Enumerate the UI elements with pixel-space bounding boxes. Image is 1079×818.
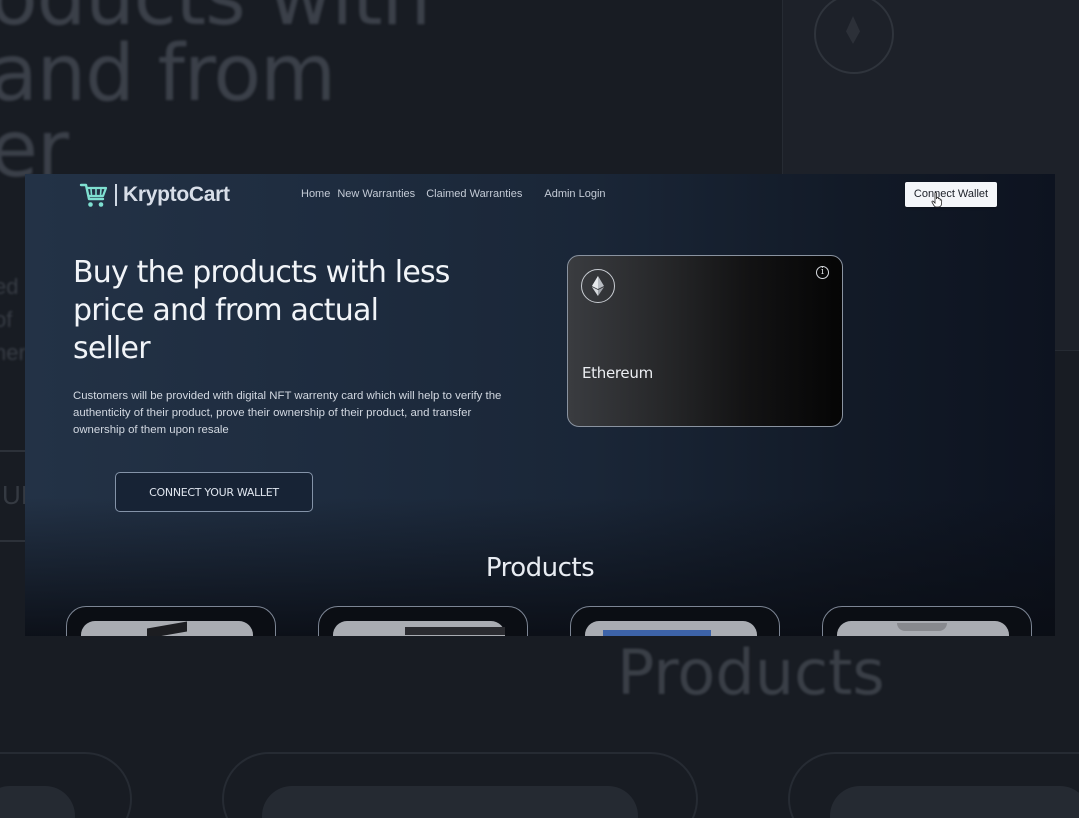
hero-title: Buy the products with less price and fro… — [73, 255, 450, 366]
nav-link-admin-login[interactable]: Admin Login — [544, 188, 605, 200]
ethereum-icon — [592, 276, 604, 296]
background-product-image — [262, 786, 638, 818]
connect-your-wallet-button[interactable]: CONNECT YOUR WALLET — [115, 472, 313, 512]
nav-link-new-warranties[interactable]: New Warranties — [337, 188, 415, 200]
product-image — [585, 621, 757, 636]
product-card[interactable] — [570, 606, 780, 636]
brand-logo[interactable]: KryptoCart — [79, 180, 230, 210]
hand-pointer-icon — [931, 192, 943, 208]
ethereum-wallet-card: i Ethereum — [567, 255, 843, 427]
product-card[interactable] — [822, 606, 1032, 636]
hero-description: Customers will be provided with digital … — [73, 390, 502, 436]
background-products-title: Products — [617, 636, 885, 709]
product-image — [333, 621, 505, 636]
info-icon[interactable]: i — [816, 266, 829, 279]
product-image — [837, 621, 1009, 636]
app-window: KryptoCart Home New Warranties Claimed W… — [25, 174, 1055, 636]
connect-wallet-button[interactable]: Connect Wallet — [905, 182, 997, 207]
navbar: KryptoCart Home New Warranties Claimed W… — [25, 174, 1055, 216]
background-description-text: ed of ner — [0, 274, 26, 365]
wallet-network-name: Ethereum — [582, 364, 653, 382]
nav-links: Home New Warranties Claimed Warranties A… — [301, 188, 606, 200]
background-hero-text: oducts with and from er — [0, 0, 431, 195]
shopping-cart-icon — [79, 183, 108, 207]
products-heading: Products — [485, 553, 595, 583]
nav-link-home[interactable]: Home — [301, 188, 330, 200]
background-product-image — [830, 786, 1079, 818]
product-image — [81, 621, 253, 636]
brand-name: KryptoCart — [123, 183, 230, 206]
nav-link-claimed-warranties[interactable]: Claimed Warranties — [426, 188, 522, 200]
ethereum-logo — [581, 269, 615, 303]
product-card[interactable] — [318, 606, 528, 636]
logo-divider — [115, 184, 117, 206]
product-card[interactable] — [66, 606, 276, 636]
